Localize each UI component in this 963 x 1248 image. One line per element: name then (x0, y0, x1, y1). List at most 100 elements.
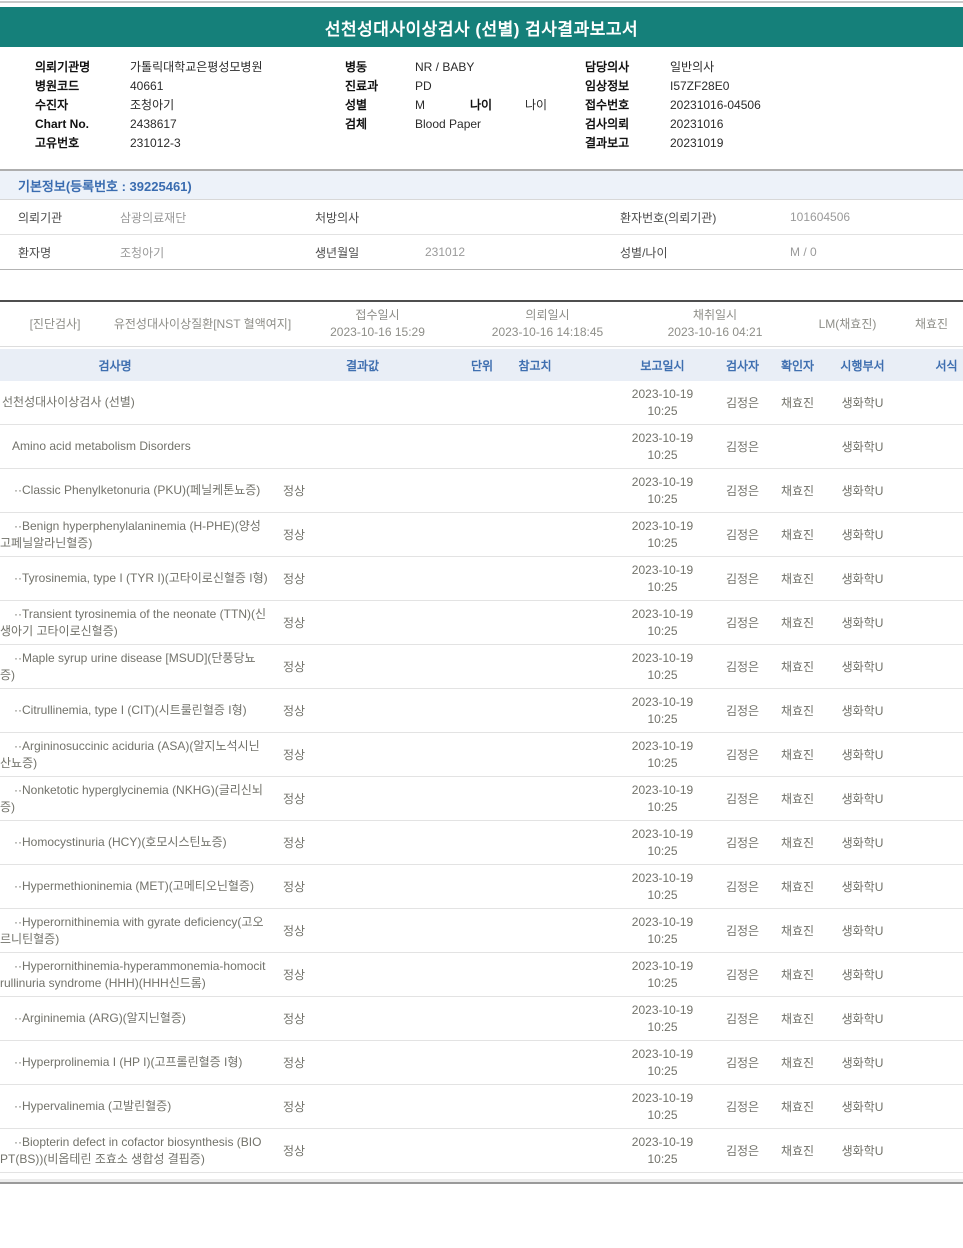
result-row[interactable]: ··Benign hyperphenylalaninemia (H-PHE)(양… (0, 513, 963, 557)
cell-department: 생화학U (841, 1100, 884, 1114)
field-value: 231012 (425, 245, 466, 259)
result-row[interactable]: ··Biopterin defect in cofactor biosynthe… (0, 1129, 963, 1173)
patient-info-row: 검체 Blood Paper (345, 114, 547, 133)
result-row[interactable]: ··Argininosuccinic aciduria (ASA)(알지노석시닌… (0, 733, 963, 777)
result-row[interactable]: ··Argininemia (ARG)(알지닌혈증) 정상 2023-10-19… (0, 997, 963, 1041)
field-label: 검체 (345, 117, 368, 131)
cell-tester: 김정은 (725, 880, 760, 894)
patient-info-row: 수진자 조청아기 (35, 95, 262, 114)
cell-result-value: 정상 (283, 968, 306, 982)
cell-result-value: 정상 (283, 880, 306, 894)
cell-report-datetime: 2023-10-19 10:25 (565, 1002, 715, 1034)
cell-result-value: 정상 (283, 616, 306, 630)
cell-report-datetime: 2023-10-19 10:25 (565, 650, 715, 682)
cell-confirmer: 채효진 (780, 968, 815, 982)
field-label: 의뢰기관 (18, 210, 63, 225)
field-value: 가톨릭대학교은평성모병원 (130, 60, 263, 74)
result-row[interactable]: ··Transient tyrosinemia of the neonate (… (0, 601, 963, 645)
cell-department: 생화학U (841, 528, 884, 542)
result-row[interactable]: ··Tyrosinemia, type I (TYR I)(고타이로신혈증 I형… (0, 557, 963, 601)
patient-info-row: 결과보고 20231019 (585, 133, 761, 152)
col-header-department: 시행부서 (840, 358, 885, 373)
cell-confirmer: 채효진 (780, 792, 815, 806)
cell-department: 생화학U (841, 748, 884, 762)
cell-report-datetime: 2023-10-19 10:25 (565, 738, 715, 770)
basic-info-header: 기본정보(등록번호 : 39225461) (0, 171, 963, 200)
result-row[interactable]: ··Hypermethioninemia (MET)(고메티오닌혈증) 정상 2… (0, 865, 963, 909)
report-title: 선천성대사이상검사 (선별) 검사결과보고서 (324, 19, 639, 39)
field-value: 101604506 (790, 210, 851, 224)
cell-department: 생화학U (841, 660, 884, 674)
report-time: 10:25 (647, 1063, 678, 1078)
report-date: 2023-10-19 (631, 915, 694, 930)
cell-test-name: ··Transient tyrosinemia of the neonate (… (0, 606, 267, 638)
received-value: 2023-10-16 15:29 (330, 325, 425, 339)
cell-confirmer: 채효진 (780, 660, 815, 674)
requested-datetime: 의뢰일시 2023-10-16 14:18:45 (460, 307, 635, 341)
result-row[interactable]: ··Hypervalinemia (고발린혈증) 정상 2023-10-19 1… (0, 1085, 963, 1129)
cell-department: 생화학U (841, 616, 884, 630)
report-time: 10:25 (647, 755, 678, 770)
cell-result-value: 정상 (283, 572, 306, 586)
result-row[interactable]: ··Citrullinemia, type I (CIT)(시트룰린혈증 I형)… (0, 689, 963, 733)
field-value: 일반의사 (670, 60, 715, 74)
report-date: 2023-10-19 (631, 475, 694, 490)
patient-info-row: 병동 NR / BABY (345, 57, 547, 76)
col-header-test-name: 검사명 (98, 358, 132, 373)
diagnosis-test-group: 유전성대사이상질환[NST 혈액여지] (113, 316, 292, 331)
field-label: 환자명 (18, 245, 52, 260)
field-label: Chart No. (35, 116, 89, 131)
result-row[interactable]: ··Hyperprolinemia I (HP I)(고프롤린혈증 I형) 정상… (0, 1041, 963, 1085)
report-date: 2023-10-19 (631, 387, 694, 402)
report-time: 10:25 (647, 975, 678, 990)
field-label: 고유번호 (35, 136, 80, 150)
cell-tester: 김정은 (725, 616, 760, 630)
result-row[interactable]: ··Hyperornithinemia-hyperammonemia-homoc… (0, 953, 963, 997)
cell-tester: 김정은 (725, 836, 760, 850)
field-label: 진료과 (345, 79, 379, 93)
col-header-result: 결과값 (345, 358, 380, 373)
cell-test-name: ··Hypervalinemia (고발린혈증) (14, 1099, 172, 1114)
patient-info-row: 병원코드 40661 (35, 76, 262, 95)
field-value: 40661 (130, 78, 164, 93)
result-row[interactable]: ··Maple syrup urine disease [MSUD](단풍당뇨증… (0, 645, 963, 689)
report-time: 10:25 (647, 1107, 678, 1122)
top-divider (0, 0, 963, 3)
result-row[interactable]: ··Nonketotic hyperglycinemia (NKHG)(글리신뇌… (0, 777, 963, 821)
field-label: 의뢰기관명 (35, 60, 91, 74)
patient-info-row: 진료과 PD (345, 76, 547, 95)
cell-confirmer: 채효진 (780, 924, 815, 938)
field-label: 성별 (345, 98, 368, 112)
cell-test-name: ··Biopterin defect in cofactor biosynthe… (0, 1134, 262, 1166)
cell-report-datetime: 2023-10-19 10:25 (565, 914, 715, 946)
cell-confirmer: 채효진 (780, 1056, 815, 1070)
field-value: PD (415, 78, 432, 93)
report-time: 10:25 (647, 447, 678, 462)
report-date: 2023-10-19 (631, 1047, 694, 1062)
report-date: 2023-10-19 (631, 651, 694, 666)
basic-info-rows: 의뢰기관 삼광의료재단 처방의사 환자번호(의뢰기관) 101604506 환자명 조청아기… (0, 200, 963, 270)
cell-tester: 김정은 (725, 572, 760, 586)
cell-report-datetime: 2023-10-19 10:25 (565, 430, 715, 462)
result-row[interactable]: Amino acid metabolism Disorders 2023-10-… (0, 425, 963, 469)
cell-department: 생화학U (841, 1056, 884, 1070)
result-row[interactable]: ··Homocystinuria (HCY)(호모시스틴뇨증) 정상 2023-… (0, 821, 963, 865)
cell-test-name: ··Hyperprolinemia I (HP I)(고프롤린혈증 I형) (14, 1055, 243, 1070)
cell-report-datetime: 2023-10-19 10:25 (565, 870, 715, 902)
cell-test-name: 선천성대사이상검사 (선별) (2, 395, 135, 410)
cell-result-value: 정상 (283, 1056, 306, 1070)
report-time: 10:25 (647, 1151, 678, 1166)
cell-report-datetime: 2023-10-19 10:25 (565, 606, 715, 638)
cell-department: 생화학U (841, 968, 884, 982)
cell-confirmer: 채효진 (780, 880, 815, 894)
cell-department: 생화학U (841, 792, 884, 806)
result-row[interactable]: ··Classic Phenylketonuria (PKU)(페닐케톤뇨증) … (0, 469, 963, 513)
results-table-header: 검사명 결과값 단위 참고치 보고일시 검사자 확인자 시행부서 서식 (0, 349, 963, 381)
field-label: 접수번호 (585, 98, 630, 112)
report-date: 2023-10-19 (631, 739, 694, 754)
cell-test-name: Amino acid metabolism Disorders (12, 439, 191, 454)
cell-tester: 김정은 (725, 660, 760, 674)
field-value: M / 0 (790, 245, 817, 259)
result-row[interactable]: 선천성대사이상검사 (선별) 2023-10-19 10:25 김정은 채효진 … (0, 381, 963, 425)
result-row[interactable]: ··Hyperornithinemia with gyrate deficien… (0, 909, 963, 953)
